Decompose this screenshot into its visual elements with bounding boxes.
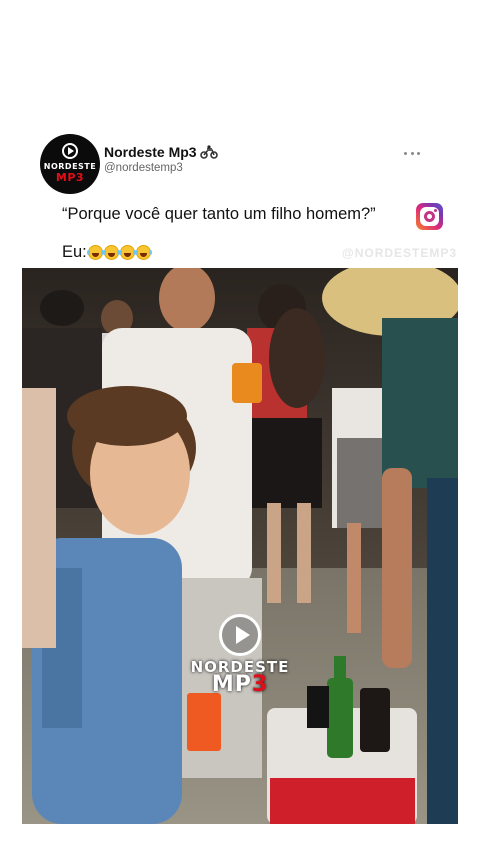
avatar-logo-text-top: NORDESTE xyxy=(43,162,97,171)
video-frame[interactable]: NORDESTE MP3 xyxy=(22,268,458,824)
post-caption: “Porque você quer tanto um filho homem?” xyxy=(62,205,376,223)
play-icon xyxy=(62,143,78,159)
laughing-tears-emoji-icon xyxy=(118,245,135,260)
laughing-tears-emoji-icon xyxy=(102,245,119,260)
account-name[interactable]: Nordeste Mp3 xyxy=(104,144,197,160)
video-watermark: NORDESTE MP3 xyxy=(22,614,458,697)
play-icon[interactable] xyxy=(219,614,261,656)
watermark-text-bottom: MP3 xyxy=(22,672,458,697)
instagram-icon xyxy=(416,203,443,230)
laughing-tears-emoji-icon xyxy=(134,245,151,260)
faint-watermark: @NORDESTEMP3 xyxy=(342,246,458,260)
post-header: NORDESTE MP3 Nordeste Mp3 @nordestemp3 xyxy=(40,134,440,198)
laughing-tears-emoji-icon xyxy=(86,245,103,260)
watermark-text-3: 3 xyxy=(251,672,269,697)
more-options-icon[interactable] xyxy=(404,150,420,156)
reply-label: Eu: xyxy=(62,243,87,261)
party-scene xyxy=(22,268,458,824)
avatar[interactable]: NORDESTE MP3 xyxy=(40,134,100,194)
account-handle[interactable]: @nordestemp3 xyxy=(104,162,183,174)
avatar-logo-text-bottom: MP3 xyxy=(55,171,85,184)
account-name-row: Nordeste Mp3 xyxy=(104,144,218,160)
watermark-text-mp: MP xyxy=(211,672,252,697)
reply-line: Eu: xyxy=(62,243,151,262)
motorcycle-icon xyxy=(199,145,218,159)
